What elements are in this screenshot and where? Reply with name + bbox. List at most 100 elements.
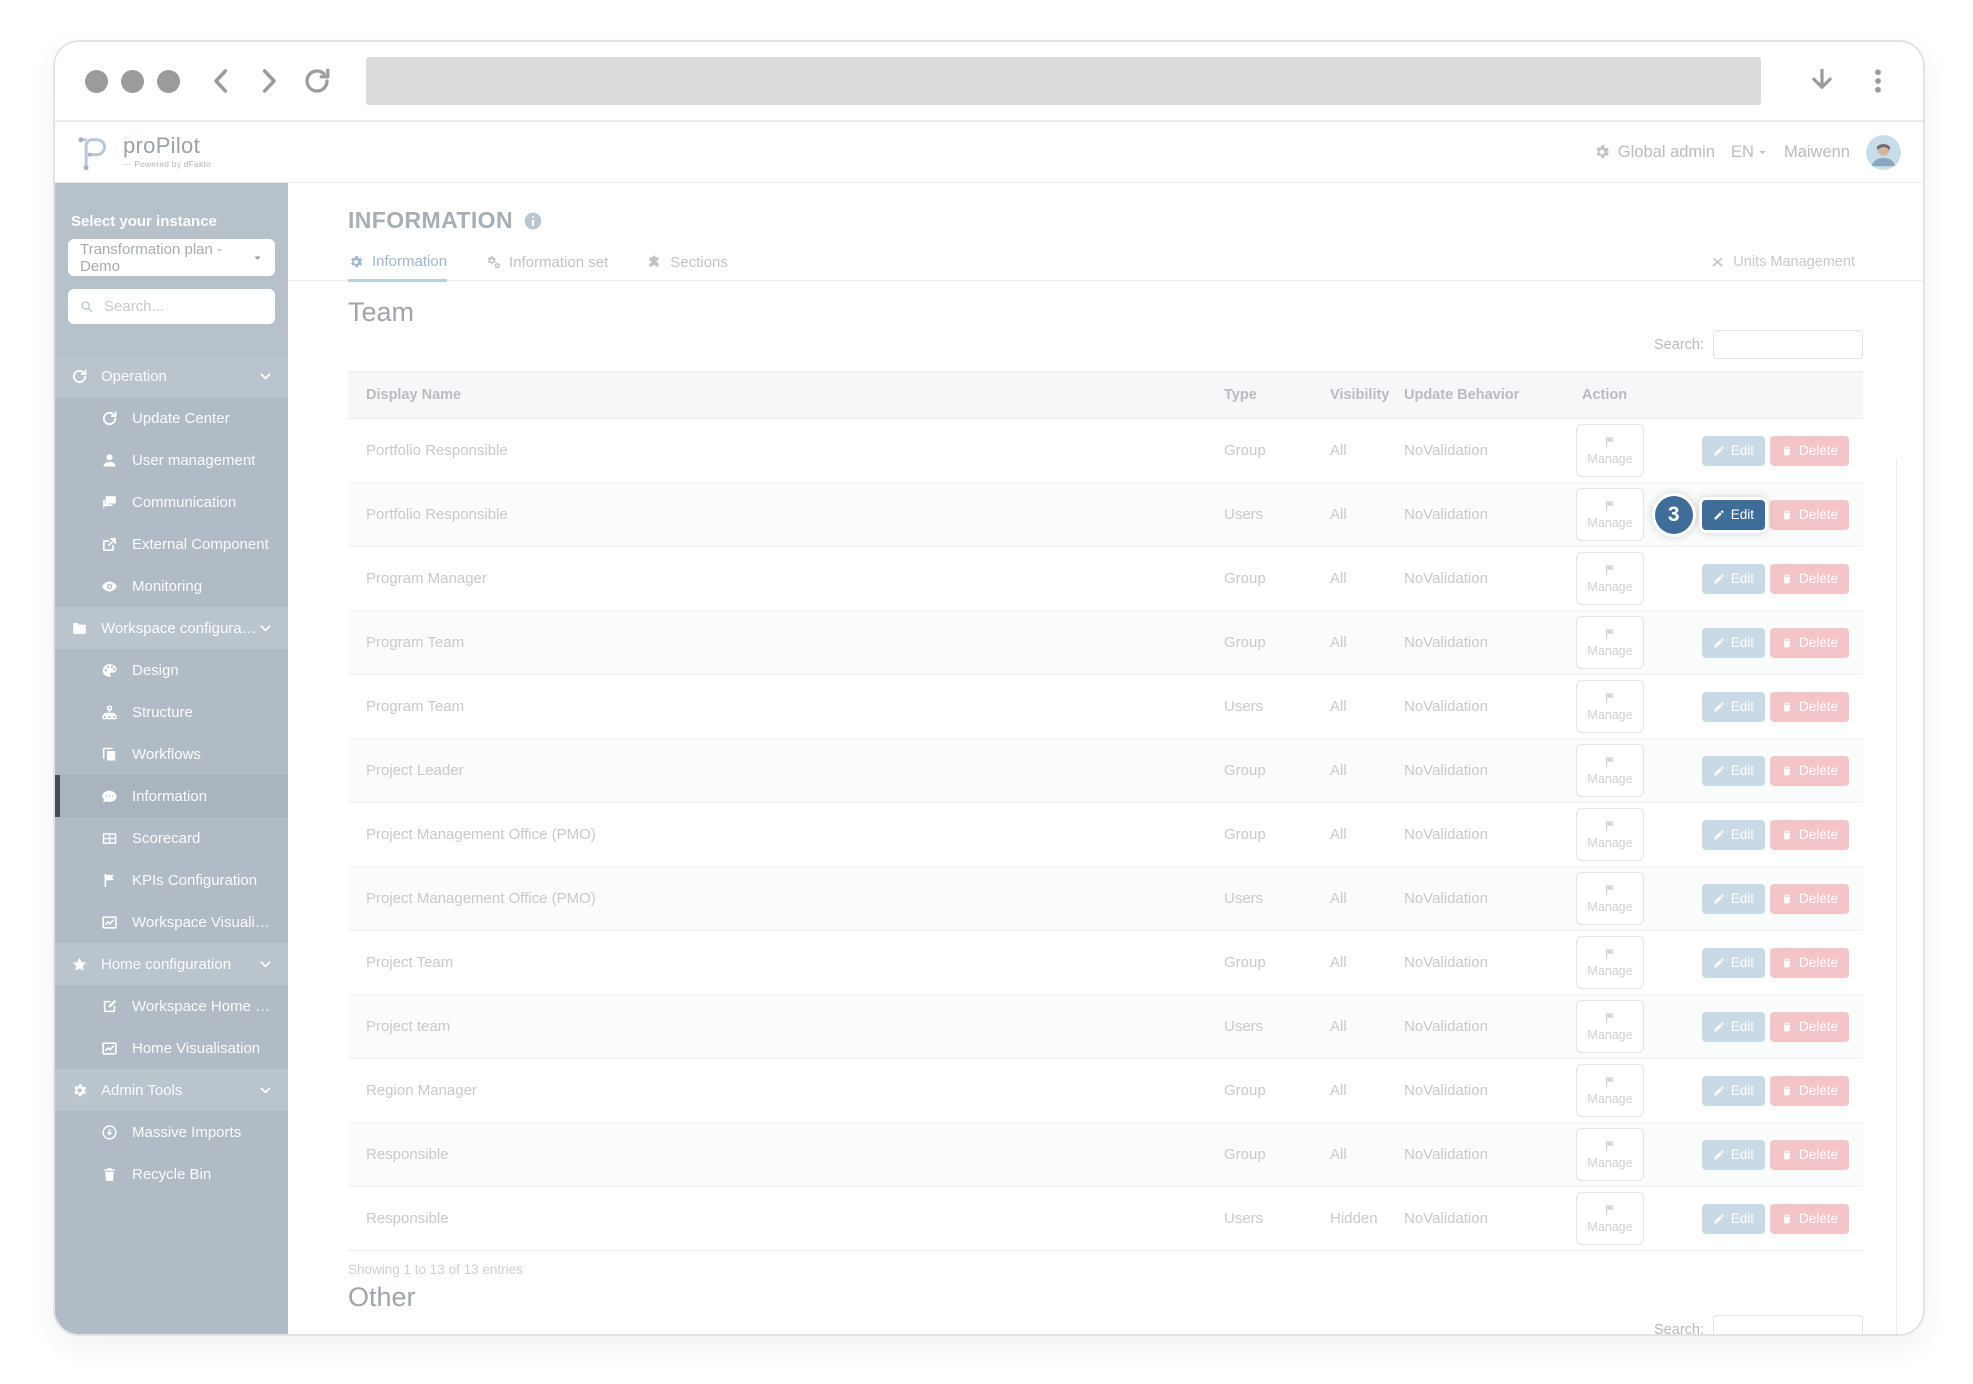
- avatar[interactable]: [1866, 134, 1901, 170]
- manage-button[interactable]: Manage: [1576, 552, 1644, 605]
- sidebar-item-design[interactable]: Design: [55, 649, 288, 691]
- delete-button[interactable]: Delete: [1769, 819, 1849, 850]
- edit-button[interactable]: Edit: [1701, 499, 1765, 530]
- edit-button[interactable]: Edit: [1701, 755, 1765, 786]
- tab-sections[interactable]: Sections: [646, 244, 728, 280]
- manage-button[interactable]: Manage: [1576, 1128, 1644, 1181]
- edit-button[interactable]: Edit: [1701, 883, 1765, 914]
- instance-select[interactable]: Transformation plan - Demo: [68, 239, 275, 276]
- row-actions: Manage Edit Delete: [1564, 739, 1863, 802]
- delete-button[interactable]: Delete: [1769, 627, 1849, 658]
- search-icon: [79, 299, 94, 314]
- back-icon[interactable]: [206, 66, 236, 96]
- sidebar-section-home-configuration[interactable]: Home configuration: [55, 943, 288, 985]
- delete-button[interactable]: Delete: [1769, 1075, 1849, 1106]
- pencil-icon: [1713, 1085, 1725, 1097]
- delete-button[interactable]: Delete: [1769, 1011, 1849, 1042]
- nav-item-label: Workflows: [132, 745, 201, 763]
- delete-button[interactable]: Delete: [1769, 1203, 1849, 1234]
- manage-button[interactable]: Manage: [1576, 1064, 1644, 1117]
- manage-button[interactable]: Manage: [1576, 424, 1644, 477]
- sidebar-item-recycle-bin[interactable]: Recycle Bin: [55, 1153, 288, 1195]
- sidebar-section-admin-tools[interactable]: Admin Tools: [55, 1069, 288, 1111]
- manage-button[interactable]: Manage: [1576, 488, 1644, 541]
- sidebar-search: [68, 289, 275, 324]
- delete-button[interactable]: Delete: [1769, 563, 1849, 594]
- global-admin-link[interactable]: Global admin: [1593, 143, 1715, 162]
- sidebar-item-workspace-visualization[interactable]: Workspace Visualization: [55, 901, 288, 943]
- team-search-input[interactable]: [1713, 330, 1863, 359]
- edit-button[interactable]: Edit: [1701, 691, 1765, 722]
- delete-button[interactable]: Delete: [1769, 499, 1849, 530]
- refresh-icon: [71, 368, 88, 385]
- sidebar-section-workspace-configuration[interactable]: Workspace configuration: [55, 607, 288, 649]
- sidebar-item-monitoring[interactable]: Monitoring: [55, 565, 288, 607]
- nav-item-label: Workspace Visualization: [132, 913, 276, 931]
- row-actions: Manage Edit Delete: [1564, 867, 1863, 930]
- delete-button[interactable]: Delete: [1769, 691, 1849, 722]
- sidebar-item-kpis-configuration[interactable]: KPIs Configuration: [55, 859, 288, 901]
- window-control-dot[interactable]: [121, 69, 144, 93]
- chrome-actions: [1807, 66, 1893, 96]
- row-type: Group: [1224, 762, 1266, 779]
- sidebar-item-structure[interactable]: Structure: [55, 691, 288, 733]
- gears-icon: [485, 254, 501, 270]
- manage-button[interactable]: Manage: [1576, 1000, 1644, 1053]
- trash-icon: [1781, 1149, 1793, 1161]
- refresh-icon[interactable]: [302, 66, 332, 96]
- sidebar-section-operation[interactable]: Operation: [55, 355, 288, 397]
- sidebar-item-massive-imports[interactable]: Massive Imports: [55, 1111, 288, 1153]
- edit-button[interactable]: Edit: [1701, 819, 1765, 850]
- tab-information[interactable]: Information: [348, 244, 448, 282]
- edit-button[interactable]: Edit: [1701, 1203, 1765, 1234]
- edit-button[interactable]: Edit: [1701, 1011, 1765, 1042]
- flag-icon: [1603, 883, 1617, 897]
- delete-button[interactable]: Delete: [1769, 883, 1849, 914]
- delete-button[interactable]: Delete: [1769, 947, 1849, 978]
- tab-information-set[interactable]: Information set: [485, 244, 608, 280]
- sidebar-item-information[interactable]: Information: [55, 775, 288, 817]
- row-actions: Manage Edit Delete: [1564, 803, 1863, 866]
- sidebar-item-update-center[interactable]: Update Center: [55, 397, 288, 439]
- download-icon[interactable]: [1807, 66, 1837, 96]
- manage-button[interactable]: Manage: [1576, 680, 1644, 733]
- window-control-dot[interactable]: [85, 69, 108, 93]
- flag-icon: [1603, 691, 1617, 705]
- manage-button[interactable]: Manage: [1576, 808, 1644, 861]
- propilot-logo-icon: [78, 137, 106, 171]
- sidebar-item-home-visualisation[interactable]: Home Visualisation: [55, 1027, 288, 1069]
- info-icon[interactable]: [523, 211, 543, 231]
- url-bar[interactable]: [366, 57, 1761, 105]
- kebab-menu-icon[interactable]: [1863, 66, 1893, 96]
- delete-button[interactable]: Delete: [1769, 1139, 1849, 1170]
- tutorial-step-badge: 3: [1654, 495, 1693, 534]
- language-dropdown[interactable]: EN: [1731, 143, 1768, 162]
- edit-button[interactable]: Edit: [1701, 627, 1765, 658]
- delete-button[interactable]: Delete: [1769, 435, 1849, 466]
- row-actions: Manage Edit Delete: [1564, 611, 1863, 674]
- units-management-button[interactable]: Units Management: [1710, 244, 1855, 280]
- edit-button[interactable]: Edit: [1701, 1075, 1765, 1106]
- edit-button[interactable]: Edit: [1701, 1139, 1765, 1170]
- sidebar-item-external-component[interactable]: External Component: [55, 523, 288, 565]
- manage-button[interactable]: Manage: [1576, 1192, 1644, 1245]
- forward-icon[interactable]: [254, 66, 284, 96]
- row-display-name: Responsible: [366, 1210, 449, 1227]
- edit-button[interactable]: Edit: [1701, 563, 1765, 594]
- edit-button[interactable]: Edit: [1701, 947, 1765, 978]
- row-actions: Manage Edit Delete: [1564, 675, 1863, 738]
- sidebar-item-scorecard[interactable]: Scorecard: [55, 817, 288, 859]
- manage-button[interactable]: Manage: [1576, 616, 1644, 669]
- sidebar-item-workflows[interactable]: Workflows: [55, 733, 288, 775]
- delete-button[interactable]: Delete: [1769, 755, 1849, 786]
- manage-button[interactable]: Manage: [1576, 872, 1644, 925]
- edit-button[interactable]: Edit: [1701, 435, 1765, 466]
- window-control-dot[interactable]: [157, 69, 180, 93]
- manage-button[interactable]: Manage: [1576, 744, 1644, 797]
- sidebar-search-input[interactable]: [102, 297, 264, 316]
- sidebar-item-user-management[interactable]: User management: [55, 439, 288, 481]
- sidebar-item-communication[interactable]: Communication: [55, 481, 288, 523]
- manage-button[interactable]: Manage: [1576, 936, 1644, 989]
- sidebar-item-workspace-home-conf[interactable]: Workspace Home Conf...: [55, 985, 288, 1027]
- other-search-input[interactable]: [1713, 1315, 1863, 1334]
